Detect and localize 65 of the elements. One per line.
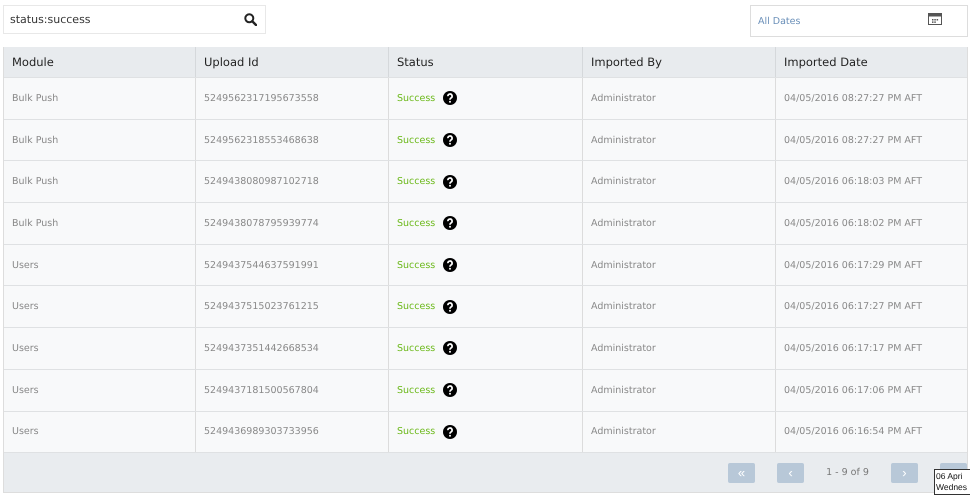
table-cell-text: 04/05/2016 06:17:06 PM AFT	[783, 384, 924, 398]
table-cell-text: 04/05/2016 06:18:02 PM AFT	[783, 216, 924, 231]
table-cell-text: 04/05/2016 08:27:27 PM AFT	[783, 134, 924, 148]
table-cell: Administrator	[583, 328, 776, 369]
help-icon[interactable]	[443, 133, 458, 148]
table-cell: 5249438078795939774	[196, 203, 389, 244]
table-cell: Administrator	[583, 203, 776, 244]
search-icon[interactable]	[244, 13, 257, 26]
date-tooltip: 06 Apri Wednes	[934, 469, 970, 496]
table-cell: Bulk Push	[4, 120, 196, 160]
table-cell: Bulk Push	[4, 203, 196, 244]
page-range: 1 - 9 of 9	[826, 467, 869, 478]
table-cell: 5249438080987102718	[196, 161, 389, 202]
table-cell: Users	[4, 412, 196, 452]
table-cell-text: 04/05/2016 06:16:54 PM AFT	[783, 425, 924, 440]
table-cell-text: 04/05/2016 08:27:27 PM AFT	[783, 92, 924, 106]
column-header[interactable]: Upload Id	[196, 47, 389, 77]
help-icon[interactable]	[443, 383, 458, 398]
status-text: Success	[397, 342, 436, 354]
table-cell-text: 04/05/2016 06:17:29 PM AFT	[783, 258, 924, 273]
table-cell: 5249437544637591991	[196, 244, 389, 286]
status-text: Success	[397, 301, 436, 312]
date-filter-field[interactable]: All Dates	[750, 5, 968, 37]
table-cell: 5249437181500567804	[196, 370, 389, 410]
table-cell: Bulk Push	[4, 78, 196, 119]
table-cell: Users	[4, 286, 196, 328]
table-cell: Administrator	[583, 412, 776, 452]
help-icon[interactable]	[443, 91, 458, 106]
table-cell: Bulk Push	[4, 161, 196, 202]
table-cell: 5249437351442668534	[196, 328, 389, 369]
table-cell: Administrator	[583, 161, 776, 202]
table-cell: Administrator	[583, 370, 776, 410]
table-cell: 5249436989303733956	[196, 412, 389, 452]
help-icon[interactable]	[443, 258, 458, 272]
column-header[interactable]: Imported By	[583, 47, 776, 77]
status-text: Success	[397, 218, 436, 229]
help-icon[interactable]	[443, 174, 458, 189]
calendar-icon[interactable]	[928, 13, 942, 25]
table-cell: 5249562318553468638	[196, 120, 389, 160]
table-cell: Users	[4, 370, 196, 410]
table-cell: Administrator	[583, 244, 776, 286]
column-header[interactable]: Imported Date	[776, 47, 967, 77]
status-text: Success	[397, 176, 436, 188]
status-text: Success	[397, 426, 436, 438]
table-cell-text: 04/05/2016 06:18:03 PM AFT	[783, 175, 924, 190]
table-cell: Users	[4, 244, 196, 286]
table-cell: Administrator	[583, 78, 776, 119]
status-text: Success	[397, 134, 436, 146]
table-cell: 5249437515023761215	[196, 286, 389, 328]
table-cell: Administrator	[583, 286, 776, 328]
help-icon[interactable]	[443, 216, 458, 230]
search-field[interactable]: status:success	[3, 5, 266, 34]
help-icon[interactable]	[443, 300, 458, 314]
status-text: Success	[397, 384, 436, 396]
table-cell: Users	[4, 328, 196, 369]
help-icon[interactable]	[443, 341, 458, 356]
status-text: Success	[397, 260, 436, 271]
column-header[interactable]: Module	[4, 47, 196, 77]
table-cell-text: 04/05/2016 06:17:27 PM AFT	[783, 300, 924, 314]
table-cell: Administrator	[583, 120, 776, 160]
column-header[interactable]: Status	[389, 47, 583, 77]
status-text: Success	[397, 92, 436, 104]
help-icon[interactable]	[443, 424, 458, 439]
table-cell-text: 04/05/2016 06:17:17 PM AFT	[783, 342, 924, 356]
table-cell: 5249562317195673558	[196, 78, 389, 119]
